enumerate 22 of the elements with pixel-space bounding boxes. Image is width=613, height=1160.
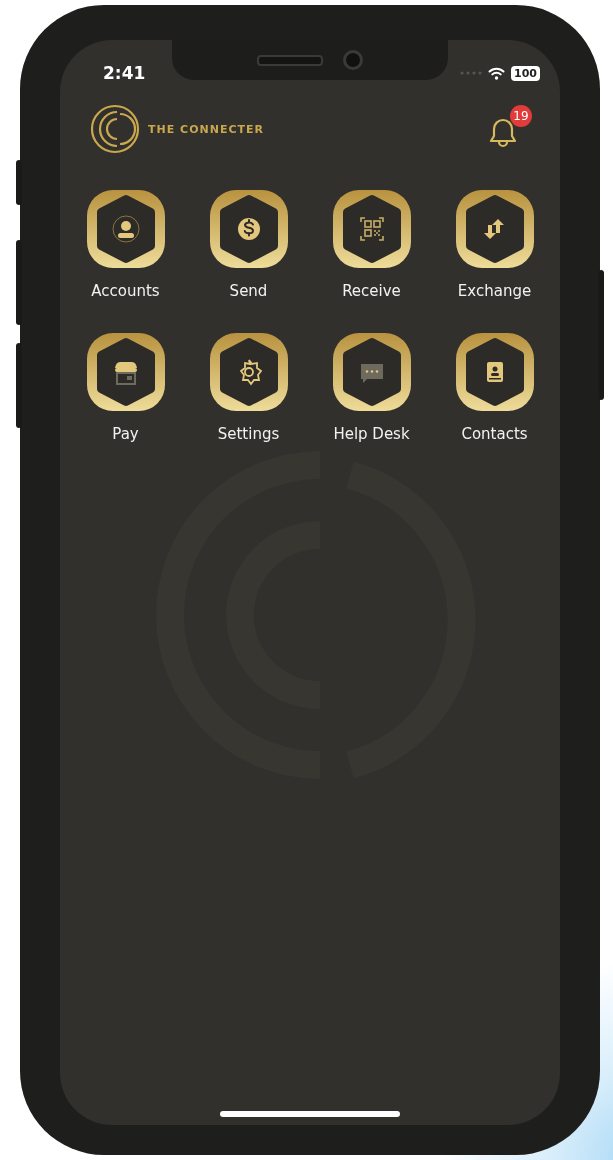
menu-tile[interactable]: Help Desk xyxy=(310,333,433,443)
wifi-icon xyxy=(488,66,506,80)
logo-icon xyxy=(90,104,140,154)
menu-tile[interactable]: Accounts xyxy=(64,190,187,300)
menu-tile[interactable]: Contacts xyxy=(433,333,556,443)
menu-tile[interactable]: Pay xyxy=(64,333,187,443)
status-time: 2:41 xyxy=(103,63,146,83)
battery-level: 100 xyxy=(511,65,540,81)
notification-badge: 19 xyxy=(510,105,532,127)
menu-tile[interactable]: Send xyxy=(187,190,310,300)
menu-tile[interactable]: Receive xyxy=(310,190,433,300)
signal-icon xyxy=(460,71,483,75)
chat-bubble-icon xyxy=(360,364,383,383)
gear-icon xyxy=(239,359,262,386)
dollar-icon xyxy=(237,218,260,240)
person-icon xyxy=(112,215,139,243)
storefront-icon xyxy=(114,362,137,385)
menu-tile[interactable]: Settings xyxy=(187,333,310,443)
qr-code-icon xyxy=(359,217,384,241)
swap-arrows-icon xyxy=(483,219,504,239)
brand-name: THE CONNECTER xyxy=(148,122,264,136)
menu-tile[interactable]: Exchange xyxy=(433,190,556,300)
